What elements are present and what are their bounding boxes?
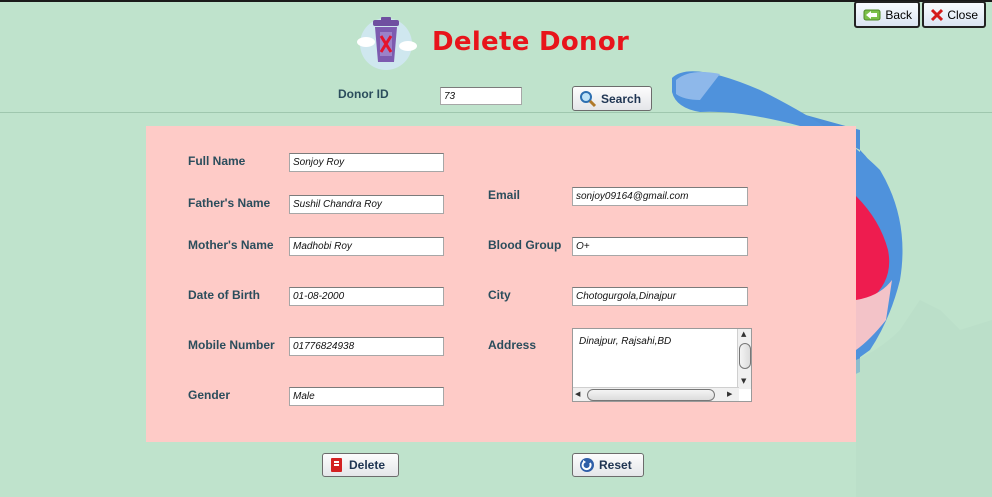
gender-field[interactable]: Male: [289, 387, 444, 406]
blood-group-field[interactable]: O+: [572, 237, 748, 256]
scroll-right-icon[interactable]: ▶: [727, 390, 732, 398]
address-textarea[interactable]: Dinajpur, Rajsahi,BD ▲ ▼ ◀ ▶: [572, 328, 752, 402]
city-field[interactable]: Chotogurgola,Dinajpur: [572, 287, 748, 306]
back-button[interactable]: Back: [854, 1, 920, 28]
scroll-left-icon[interactable]: ◀: [575, 390, 580, 398]
search-icon: [580, 90, 597, 107]
father-name-label: Father's Name: [188, 196, 271, 210]
city-label: City: [488, 288, 511, 302]
reset-label: Reset: [599, 458, 632, 472]
father-name-field[interactable]: Sushil Chandra Roy: [289, 195, 444, 214]
address-horizontal-scrollbar[interactable]: ◀ ▶: [573, 387, 739, 401]
vertical-scroll-thumb[interactable]: [739, 343, 751, 369]
close-icon: [930, 8, 944, 21]
trash-bin-icon: [357, 17, 417, 70]
search-button[interactable]: Search: [572, 86, 652, 111]
delete-button[interactable]: Delete: [322, 453, 399, 477]
address-text: Dinajpur, Rajsahi,BD: [579, 336, 672, 347]
reset-button[interactable]: Reset: [572, 453, 644, 477]
page-title: Delete Donor: [432, 27, 630, 57]
close-label: Close: [947, 7, 978, 22]
mother-name-field[interactable]: Madhobi Roy: [289, 237, 444, 256]
dob-label: Date of Birth: [188, 288, 260, 302]
mobile-field[interactable]: 01776824938: [289, 337, 444, 356]
scroll-down-icon[interactable]: ▼: [741, 377, 746, 385]
mobile-label: Mobile Number: [188, 338, 275, 352]
full-name-field[interactable]: Sonjoy Roy: [289, 153, 444, 172]
mother-name-label: Mother's Name: [188, 238, 274, 252]
scroll-up-icon[interactable]: ▲: [741, 330, 746, 338]
back-label: Back: [885, 7, 912, 22]
close-button[interactable]: Close: [922, 1, 986, 28]
blood-group-label: Blood Group: [488, 238, 562, 252]
donor-id-input[interactable]: 73: [440, 87, 522, 105]
dob-field[interactable]: 01-08-2000: [289, 287, 444, 306]
reset-icon: [580, 458, 594, 472]
gender-label: Gender: [188, 388, 231, 402]
back-arrow-icon: [863, 9, 881, 20]
search-label: Search: [601, 91, 642, 106]
address-label: Address: [488, 338, 537, 352]
full-name-label: Full Name: [188, 154, 246, 168]
horizontal-scroll-thumb[interactable]: [587, 389, 715, 401]
delete-icon: [331, 458, 342, 472]
delete-label: Delete: [349, 458, 386, 472]
page-header: Delete Donor: [356, 14, 629, 70]
email-label: Email: [488, 188, 521, 202]
email-field[interactable]: sonjoy09164@gmail.com: [572, 187, 748, 206]
address-vertical-scrollbar[interactable]: ▲ ▼: [737, 329, 751, 389]
donor-id-label: Donor ID: [338, 87, 389, 101]
